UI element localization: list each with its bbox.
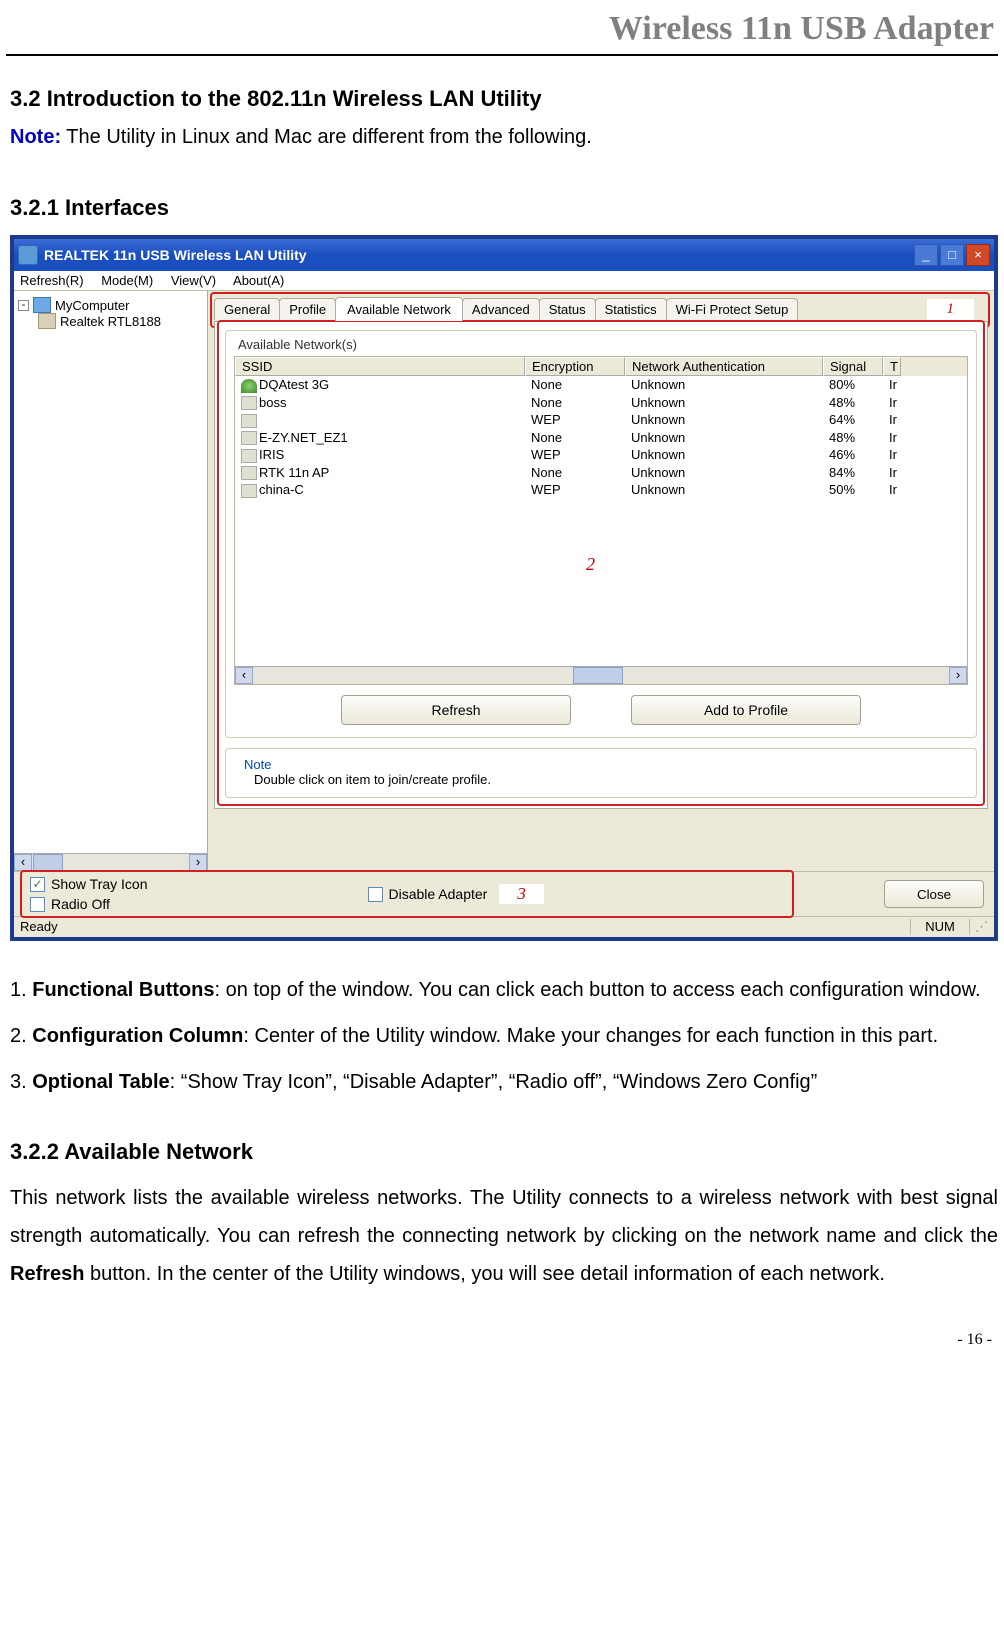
list-item-3: 3. Optional Table: “Show Tray Icon”, “Di… xyxy=(10,1063,998,1101)
subsection-heading: 3.2.1 Interfaces xyxy=(10,195,998,221)
note-label: Note: xyxy=(10,126,61,148)
wifi-icon xyxy=(241,484,257,498)
col-signal[interactable]: Signal xyxy=(823,357,883,376)
menubar: Refresh(R) Mode(M) View(V) About(A) xyxy=(14,271,994,291)
collapse-icon[interactable]: - xyxy=(18,300,29,311)
header-title: Wireless 11n USB Adapter xyxy=(609,10,994,47)
tab-status[interactable]: Status xyxy=(539,298,596,320)
tree-panel: - MyComputer Realtek RTL8188 ‹ xyxy=(14,291,208,871)
table-row[interactable]: bossNoneUnknown48%Ir xyxy=(235,394,967,412)
table-row[interactable]: DQAtest 3GNoneUnknown80%Ir xyxy=(235,376,967,394)
maximize-button[interactable]: □ xyxy=(940,244,964,266)
scroll-right-icon[interactable]: › xyxy=(189,854,207,871)
add-to-profile-button[interactable]: Add to Profile xyxy=(631,695,861,725)
radio-off-label: Radio Off xyxy=(51,896,110,912)
refresh-button[interactable]: Refresh xyxy=(341,695,571,725)
table-row[interactable]: E-ZY.NET_EZ1NoneUnknown48%Ir xyxy=(235,429,967,447)
wifi-icon xyxy=(241,379,257,393)
scroll-thumb[interactable] xyxy=(573,667,623,684)
statusbar: Ready NUM ⋰ xyxy=(14,916,994,937)
annotation-1: 1 xyxy=(927,299,975,320)
network-table: SSID Encryption Network Authentication S… xyxy=(234,356,968,685)
tab-profile[interactable]: Profile xyxy=(279,298,336,320)
checkbox-icon xyxy=(368,887,383,902)
tree-root-label: MyComputer xyxy=(55,298,129,313)
table-body: DQAtest 3GNoneUnknown80%IrbossNoneUnknow… xyxy=(235,376,967,666)
tab-available-network[interactable]: Available Network xyxy=(335,297,463,321)
adapter-icon xyxy=(38,313,56,329)
list-item-1: 1. Functional Buttons: on top of the win… xyxy=(10,971,998,1009)
note-title: Note xyxy=(240,757,275,772)
main-panel: General Profile Available Network Advanc… xyxy=(208,291,994,871)
table-scrollbar[interactable]: ‹ › xyxy=(235,666,967,684)
disable-adapter-checkbox[interactable]: Disable Adapter xyxy=(368,886,488,902)
fieldset-title: Available Network(s) xyxy=(234,337,361,352)
radio-off-checkbox[interactable]: Radio Off xyxy=(30,896,148,912)
col-encryption[interactable]: Encryption xyxy=(525,357,625,376)
show-tray-checkbox[interactable]: ✓ Show Tray Icon xyxy=(30,876,148,892)
table-header: SSID Encryption Network Authentication S… xyxy=(235,357,967,376)
status-num: NUM xyxy=(910,919,970,935)
wifi-icon xyxy=(241,449,257,463)
subsection2-heading: 3.2.2 Available Network xyxy=(10,1139,998,1165)
wifi-icon xyxy=(241,466,257,480)
annotation-3: 3 xyxy=(499,884,544,904)
note-line: Note: The Utility in Linux and Mac are d… xyxy=(10,126,998,149)
minimize-button[interactable]: _ xyxy=(914,244,938,266)
app-window: REALTEK 11n USB Wireless LAN Utility _ □… xyxy=(10,235,998,941)
disable-adapter-label: Disable Adapter xyxy=(389,886,488,902)
annotation-2: 2 xyxy=(586,554,595,575)
page-footer: - 16 - xyxy=(0,1301,1004,1359)
note-fieldset: Note Double click on item to join/create… xyxy=(225,748,977,798)
col-ssid[interactable]: SSID xyxy=(235,357,525,376)
note-text: The Utility in Linux and Mac are differe… xyxy=(61,126,592,148)
computer-icon xyxy=(33,297,51,313)
panel-body: Available Network(s) SSID Encryption Net… xyxy=(214,321,988,809)
note-body: Double click on item to join/create prof… xyxy=(240,772,966,787)
tree-child-label: Realtek RTL8188 xyxy=(60,314,161,329)
scroll-right-icon[interactable]: › xyxy=(949,667,967,684)
scroll-thumb[interactable] xyxy=(33,854,63,871)
scroll-left-icon[interactable]: ‹ xyxy=(14,854,32,871)
app-icon xyxy=(18,245,38,265)
header-rule xyxy=(6,54,998,56)
close-button[interactable]: Close xyxy=(884,880,984,908)
tree-child[interactable]: Realtek RTL8188 xyxy=(18,313,203,329)
close-window-button[interactable]: × xyxy=(966,244,990,266)
col-type[interactable]: T xyxy=(883,357,901,376)
bottom-row: ✓ Show Tray Icon Radio Off Disable Adapt… xyxy=(14,871,994,916)
tree-root[interactable]: - MyComputer xyxy=(18,297,203,313)
wifi-icon xyxy=(241,414,257,428)
menu-refresh[interactable]: Refresh(R) xyxy=(20,273,84,288)
tree-scrollbar[interactable]: ‹ › xyxy=(14,853,207,871)
menu-about[interactable]: About(A) xyxy=(233,273,284,288)
subsection2-body: This network lists the available wireles… xyxy=(10,1179,998,1293)
section-heading: 3.2 Introduction to the 802.11n Wireless… xyxy=(10,86,998,112)
show-tray-label: Show Tray Icon xyxy=(51,876,148,892)
page-header: Wireless 11n USB Adapter xyxy=(0,0,1004,52)
tab-wps[interactable]: Wi-Fi Protect Setup xyxy=(666,298,799,320)
status-ready: Ready xyxy=(20,919,910,935)
tab-row: General Profile Available Network Advanc… xyxy=(208,291,994,321)
wifi-icon xyxy=(241,396,257,410)
titlebar[interactable]: REALTEK 11n USB Wireless LAN Utility _ □… xyxy=(14,239,994,271)
table-row[interactable]: china-CWEPUnknown50%Ir xyxy=(235,481,967,499)
scroll-left-icon[interactable]: ‹ xyxy=(235,667,253,684)
col-auth[interactable]: Network Authentication xyxy=(625,357,823,376)
resize-grip-icon[interactable]: ⋰ xyxy=(970,919,988,935)
wifi-icon xyxy=(241,431,257,445)
table-row[interactable]: WEPUnknown64%Ir xyxy=(235,411,967,429)
table-row[interactable]: RTK 11n APNoneUnknown84%Ir xyxy=(235,464,967,482)
menu-view[interactable]: View(V) xyxy=(171,273,216,288)
table-row[interactable]: IRISWEPUnknown46%Ir xyxy=(235,446,967,464)
available-networks-fieldset: Available Network(s) SSID Encryption Net… xyxy=(225,330,977,738)
checkbox-icon xyxy=(30,897,45,912)
tab-statistics[interactable]: Statistics xyxy=(595,298,667,320)
tab-advanced[interactable]: Advanced xyxy=(462,298,540,320)
tab-general[interactable]: General xyxy=(214,298,280,320)
window-title: REALTEK 11n USB Wireless LAN Utility xyxy=(44,247,914,263)
menu-mode[interactable]: Mode(M) xyxy=(101,273,153,288)
checkbox-icon: ✓ xyxy=(30,877,45,892)
list-item-2: 2. Configuration Column: Center of the U… xyxy=(10,1017,998,1055)
